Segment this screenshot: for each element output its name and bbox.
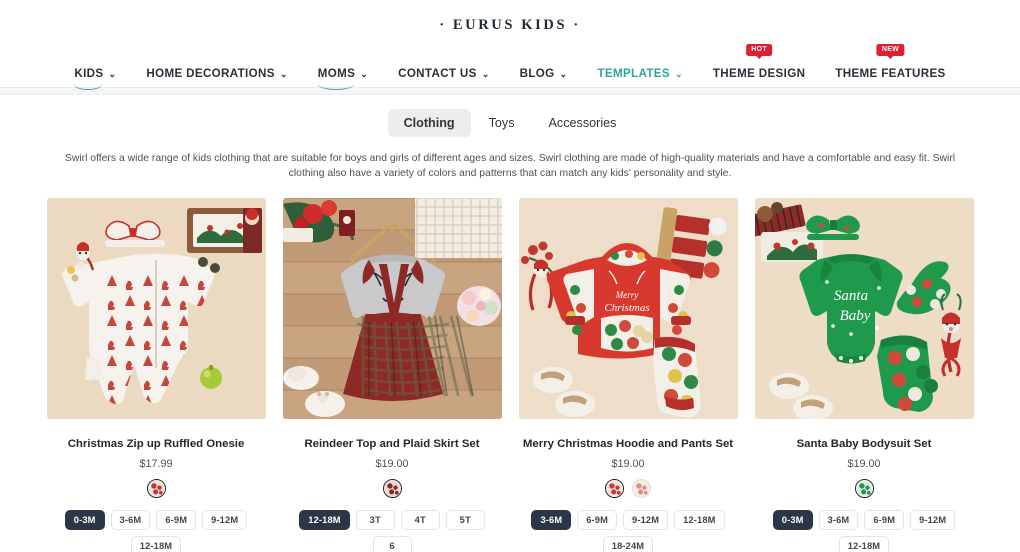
size-option-3-6m[interactable]: 3-6M [110,510,151,530]
nav-active-underline [73,83,104,90]
size-option-row: 3-6M 6-9M 9-12M 12-18M 18-24M [519,510,738,552]
svg-text:Christmas: Christmas [604,302,649,314]
svg-text:Santa: Santa [833,288,867,304]
nav-item-theme-design[interactable]: THEME DESIGN HOT [698,44,820,85]
nav-item-label: BLOG [519,66,555,80]
nav-item-templates[interactable]: TEMPLATES ⌄ [582,61,697,85]
product-title[interactable]: Santa Baby Bodysuit Set [797,437,932,452]
color-swatch-pink-christmas-print[interactable] [632,479,651,498]
size-option-6-9m[interactable]: 6-9M [577,510,617,530]
size-option-6-9m[interactable]: 6-9M [864,510,905,530]
nav-item-label: THEME DESIGN [712,66,806,80]
product-price: $19.00 [611,458,645,470]
site-logo[interactable]: · EURUS KIDS · [0,14,1020,36]
product-card: Santa Baby Santa Baby Bodysuit Set $19.00 0-… [754,198,974,552]
size-option-18-24m[interactable]: 18-24M [602,536,654,552]
tab-clothing[interactable]: Clothing [387,109,471,137]
product-price: $17.99 [139,458,173,470]
size-option-0-3m[interactable]: 0-3M [64,510,105,530]
header-divider [0,87,1020,95]
merry-christmas-hoodie-and-pants-set-photo[interactable]: Merry Christmas [518,198,738,419]
product-card: Reindeer Top and Plaid Skirt Set $19.00 12… [282,198,502,552]
chevron-down-icon: ⌄ [674,68,683,79]
size-option-5t[interactable]: 5T [445,510,485,530]
nav-item-label: MOMS [317,66,356,80]
color-swatch-row [605,479,651,498]
nav-active-underline [316,83,356,90]
nav-item-label: THEME FEATURES [835,66,946,80]
size-option-row: 0-3M 3-6M 6-9M 9-12M 12-18M [47,510,266,552]
color-swatch-red-christmas-print[interactable] [605,479,624,498]
nav-item-label: CONTACT US [398,66,477,80]
color-swatch-red-white-christmas-print[interactable] [146,479,166,498]
nav-item-kids[interactable]: KIDS ⌄ [59,61,131,90]
svg-text:Merry: Merry [614,290,638,300]
size-option-9-12m[interactable]: 9-12M [623,510,669,530]
size-option-12-18m[interactable]: 12-18M [299,510,350,530]
size-option-4t[interactable]: 4T [400,510,440,530]
product-title[interactable]: Christmas Zip up Ruffled Onesie [68,437,245,452]
size-option-12-18m[interactable]: 12-18M [130,536,182,552]
size-option-row: 0-3M 3-6M 6-9M 9-12M 12-18M [755,510,974,552]
size-option-6-9m[interactable]: 6-9M [156,510,197,530]
product-card: Merry Christmas Merry Christmas Hoodie and… [518,198,738,552]
product-card: Christmas Zip up Ruffled Onesie $17.99 0-3… [46,198,266,552]
nav-item-moms[interactable]: MOMS ⌄ [303,61,383,90]
nav-badge-hot: HOT [746,44,772,58]
site-header: · EURUS KIDS · KIDS ⌄ HOME DECORATIONS ⌄ MOM… [0,0,1020,90]
nav-item-label: KIDS [74,66,104,80]
size-option-6[interactable]: 6 [372,536,412,552]
nav-item-blog[interactable]: BLOG ⌄ [505,61,583,85]
product-title[interactable]: Merry Christmas Hoodie and Pants Set [523,437,733,452]
nav-item-home-decorations[interactable]: HOME DECORATIONS ⌄ [131,61,302,85]
size-option-row: 12-18M 3T 4T 5T 6 [283,510,502,552]
color-swatch-row [854,479,874,498]
section-description: Swirl offers a wide range of kids clothi… [64,153,956,179]
chevron-down-icon: ⌄ [360,68,369,79]
product-price: $19.00 [375,458,409,470]
color-swatch-row [382,479,402,498]
nav-item-theme-features[interactable]: THEME FEATURES NEW [820,44,960,85]
size-option-9-12m[interactable]: 9-12M [910,510,956,530]
chevron-down-icon: ⌄ [481,68,490,79]
color-swatch-green-santa-print[interactable] [854,479,874,498]
santa-baby-bodysuit-set-photo[interactable]: Santa Baby [754,198,974,419]
category-tab-bar: Clothing Toys Accessories [0,109,1020,137]
size-option-3-6m[interactable]: 3-6M [818,510,859,530]
size-option-12-18m[interactable]: 12-18M [674,510,725,530]
nav-badge-new: NEW [876,44,905,58]
chevron-down-icon: ⌄ [559,68,568,79]
nav-item-contact-us[interactable]: CONTACT US ⌄ [383,61,505,85]
nav-item-label: HOME DECORATIONS [146,66,275,80]
chevron-down-icon: ⌄ [279,68,288,79]
product-price: $19.00 [847,458,881,470]
color-swatch-row [146,479,166,498]
tab-accessories[interactable]: Accessories [533,109,633,137]
size-option-3-6m[interactable]: 3-6M [531,510,572,530]
svg-text:Baby: Baby [839,308,870,324]
size-option-3t[interactable]: 3T [355,510,395,530]
color-swatch-grey-red-plaid[interactable] [382,479,402,498]
product-title[interactable]: Reindeer Top and Plaid Skirt Set [304,437,479,452]
tab-toys[interactable]: Toys [473,109,531,137]
nav-item-label: TEMPLATES [597,66,670,80]
product-grid: Christmas Zip up Ruffled Onesie $17.99 0-3… [0,198,1020,552]
main-navigation: KIDS ⌄ HOME DECORATIONS ⌄ MOMS ⌄ CONTACT US ⌄ BL… [0,44,1020,90]
size-option-12-18m[interactable]: 12-18M [838,536,890,552]
reindeer-top-and-plaid-skirt-set-photo[interactable] [282,198,502,419]
christmas-zip-up-ruffled-onesie-photo[interactable] [46,198,266,419]
size-option-9-12m[interactable]: 9-12M [202,510,248,530]
chevron-down-icon: ⌄ [108,68,117,79]
size-option-0-3m[interactable]: 0-3M [772,510,813,530]
